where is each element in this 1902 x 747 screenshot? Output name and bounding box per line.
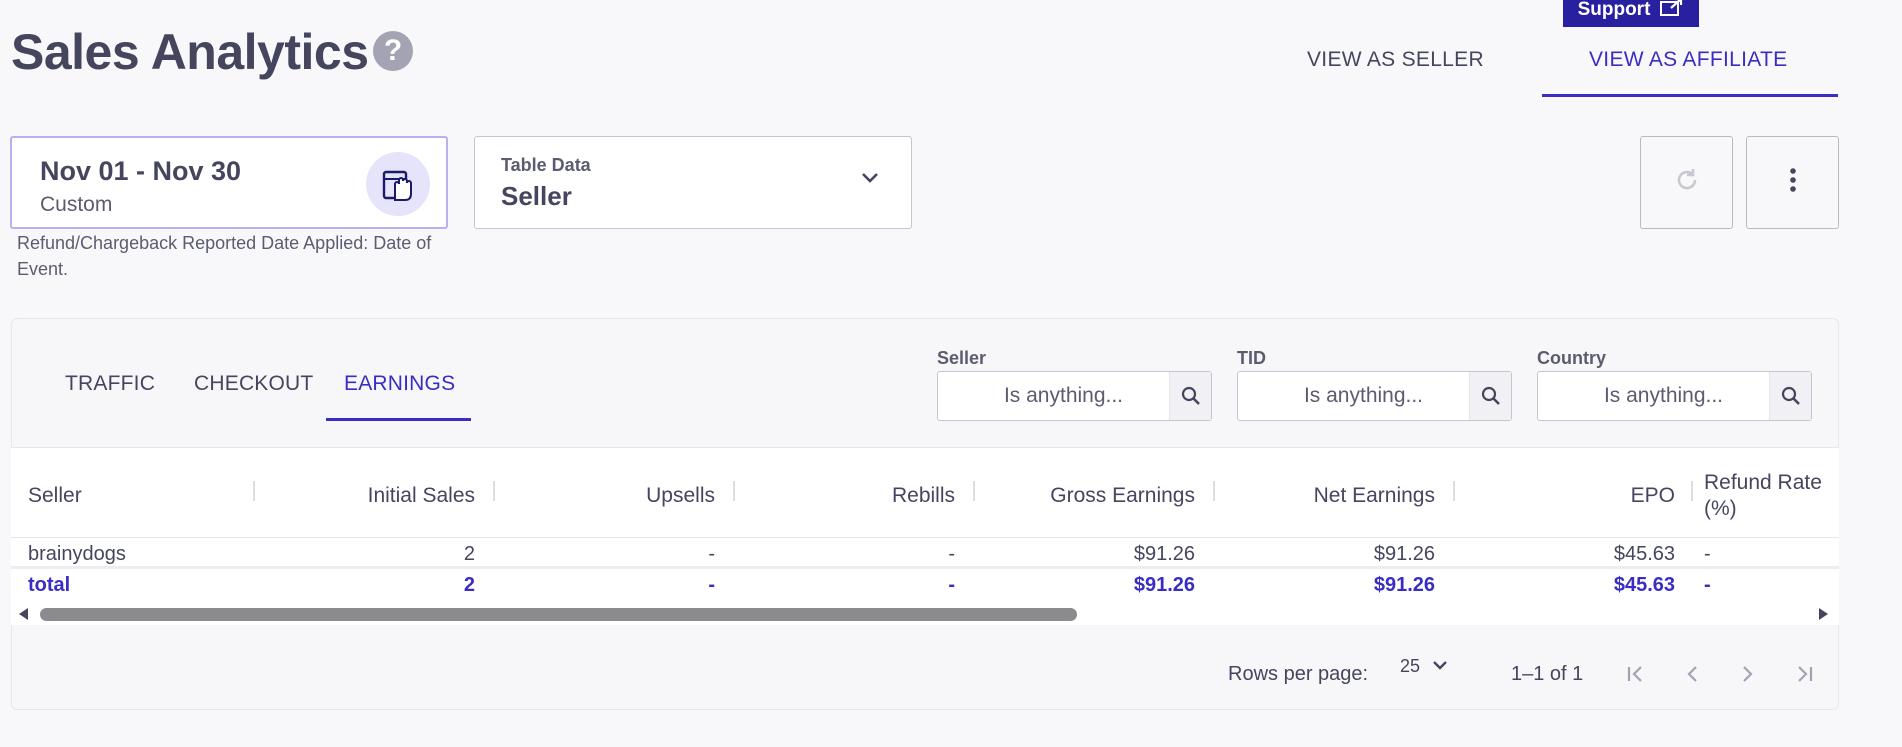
cell-epo: $45.63: [1613, 543, 1675, 565]
tab-earnings[interactable]: EARNINGS: [344, 372, 455, 396]
table-data-label: Table Data: [501, 155, 591, 175]
cell-rebills: -: [948, 543, 955, 565]
column-header-net-earnings[interactable]: Net Earnings: [1211, 484, 1435, 508]
seller-filter-input[interactable]: Is anything...: [937, 371, 1212, 421]
column-resize-handle[interactable]: [733, 481, 735, 501]
column-header-seller[interactable]: Seller: [28, 484, 82, 508]
tid-filter-placeholder: Is anything...: [1303, 384, 1424, 407]
previous-page-button[interactable]: [1675, 657, 1709, 691]
cell-gross-earnings: $91.26: [1133, 543, 1195, 565]
tab-view-as-seller[interactable]: VIEW AS SELLER: [1307, 48, 1484, 72]
scrollbar-thumb[interactable]: [40, 608, 1077, 621]
refresh-button[interactable]: [1640, 136, 1733, 229]
first-page-icon: [1627, 666, 1642, 682]
first-page-button[interactable]: [1619, 657, 1653, 691]
column-resize-handle[interactable]: [1691, 481, 1693, 501]
header-divider: [11, 537, 1839, 538]
country-filter-label: Country: [1537, 348, 1606, 368]
more-vertical-icon: [1789, 167, 1797, 198]
chevron-left-icon: [1687, 666, 1697, 682]
scroll-left-icon[interactable]: [18, 608, 30, 620]
search-icon[interactable]: [1769, 372, 1811, 420]
date-range-picker[interactable]: Nov 01 - Nov 30 Custom: [10, 136, 448, 229]
refund-rate-label: Refund Rate: [1704, 471, 1822, 494]
total-epo: $45.63: [1613, 574, 1675, 596]
tab-checkout[interactable]: CHECKOUT: [194, 372, 313, 396]
tab-view-as-affiliate[interactable]: VIEW AS AFFILIATE: [1589, 48, 1787, 72]
total-rebills: -: [948, 574, 955, 596]
country-filter-input[interactable]: Is anything...: [1537, 371, 1812, 421]
calendar-icon[interactable]: [366, 152, 430, 216]
column-header-upsells[interactable]: Upsells: [501, 484, 715, 508]
total-upsells: -: [708, 574, 715, 596]
cell-refund-rate: -: [1704, 543, 1711, 565]
rows-per-page-value: 25: [1400, 656, 1421, 676]
chevron-right-icon: [1743, 666, 1753, 682]
tab-traffic[interactable]: TRAFFIC: [65, 372, 155, 396]
total-refund-rate: -: [1704, 574, 1711, 596]
rows-per-page-label: Rows per page:: [1228, 663, 1369, 685]
total-initial-sales: 2: [463, 574, 475, 596]
support-label: Support: [1577, 0, 1651, 20]
column-resize-handle[interactable]: [253, 481, 255, 501]
date-range-preset: Custom: [40, 193, 113, 216]
seller-filter-label: Seller: [937, 348, 987, 368]
search-icon[interactable]: [1469, 372, 1511, 420]
last-page-button[interactable]: [1787, 657, 1821, 691]
total-net-earnings: $91.26: [1373, 574, 1435, 596]
next-page-button[interactable]: [1731, 657, 1765, 691]
help-icon[interactable]: ?: [373, 31, 413, 71]
total-gross-earnings: $91.26: [1133, 574, 1195, 596]
table-data-select[interactable]: Table Data Seller: [474, 136, 912, 229]
date-range-value: Nov 01 - Nov 30: [40, 156, 242, 186]
date-applied-note: Refund/Chargeback Reported Date Applied:…: [17, 233, 432, 279]
table-data-value: Seller: [501, 181, 572, 211]
column-header-gross-earnings[interactable]: Gross Earnings: [971, 484, 1195, 508]
pagination-range: 1–1 of 1: [1511, 663, 1584, 685]
chevron-down-icon: [1432, 658, 1448, 676]
tid-filter-label: TID: [1237, 348, 1266, 368]
page-title: Sales Analytics: [11, 24, 369, 80]
earnings-table: Seller Initial Sales Upsells Rebills Gro…: [11, 447, 1839, 625]
scroll-right-icon[interactable]: [1817, 608, 1829, 620]
total-label: total: [28, 574, 71, 596]
cell-initial-sales: 2: [463, 543, 475, 565]
seller-filter-placeholder: Is anything...: [1003, 384, 1124, 407]
cell-net-earnings: $91.26: [1373, 543, 1435, 565]
rows-per-page-select[interactable]: 25: [1400, 656, 1448, 677]
column-header-rebills[interactable]: Rebills: [741, 484, 955, 508]
refresh-icon: [1674, 167, 1700, 198]
active-subtab-indicator: [326, 418, 471, 421]
cell-seller: brainydogs: [28, 543, 126, 565]
more-options-button[interactable]: [1746, 136, 1839, 229]
country-filter-placeholder: Is anything...: [1603, 384, 1724, 407]
external-link-icon: [1660, 0, 1684, 22]
last-page-icon: [1798, 666, 1813, 682]
search-icon[interactable]: [1169, 372, 1211, 420]
chevron-down-icon: [861, 171, 879, 189]
column-header-initial-sales[interactable]: Initial Sales: [261, 484, 475, 508]
row-divider: [11, 566, 1839, 569]
active-tab-indicator: [1542, 94, 1838, 97]
column-resize-handle[interactable]: [493, 481, 495, 501]
column-header-epo[interactable]: EPO: [1451, 484, 1675, 508]
refund-rate-unit: (%): [1704, 497, 1737, 520]
tid-filter-input[interactable]: Is anything...: [1237, 371, 1512, 421]
cell-upsells: -: [708, 543, 715, 565]
support-button[interactable]: Support: [1563, 0, 1699, 27]
column-header-refund-rate[interactable]: Refund Rate (%): [1704, 470, 1822, 522]
